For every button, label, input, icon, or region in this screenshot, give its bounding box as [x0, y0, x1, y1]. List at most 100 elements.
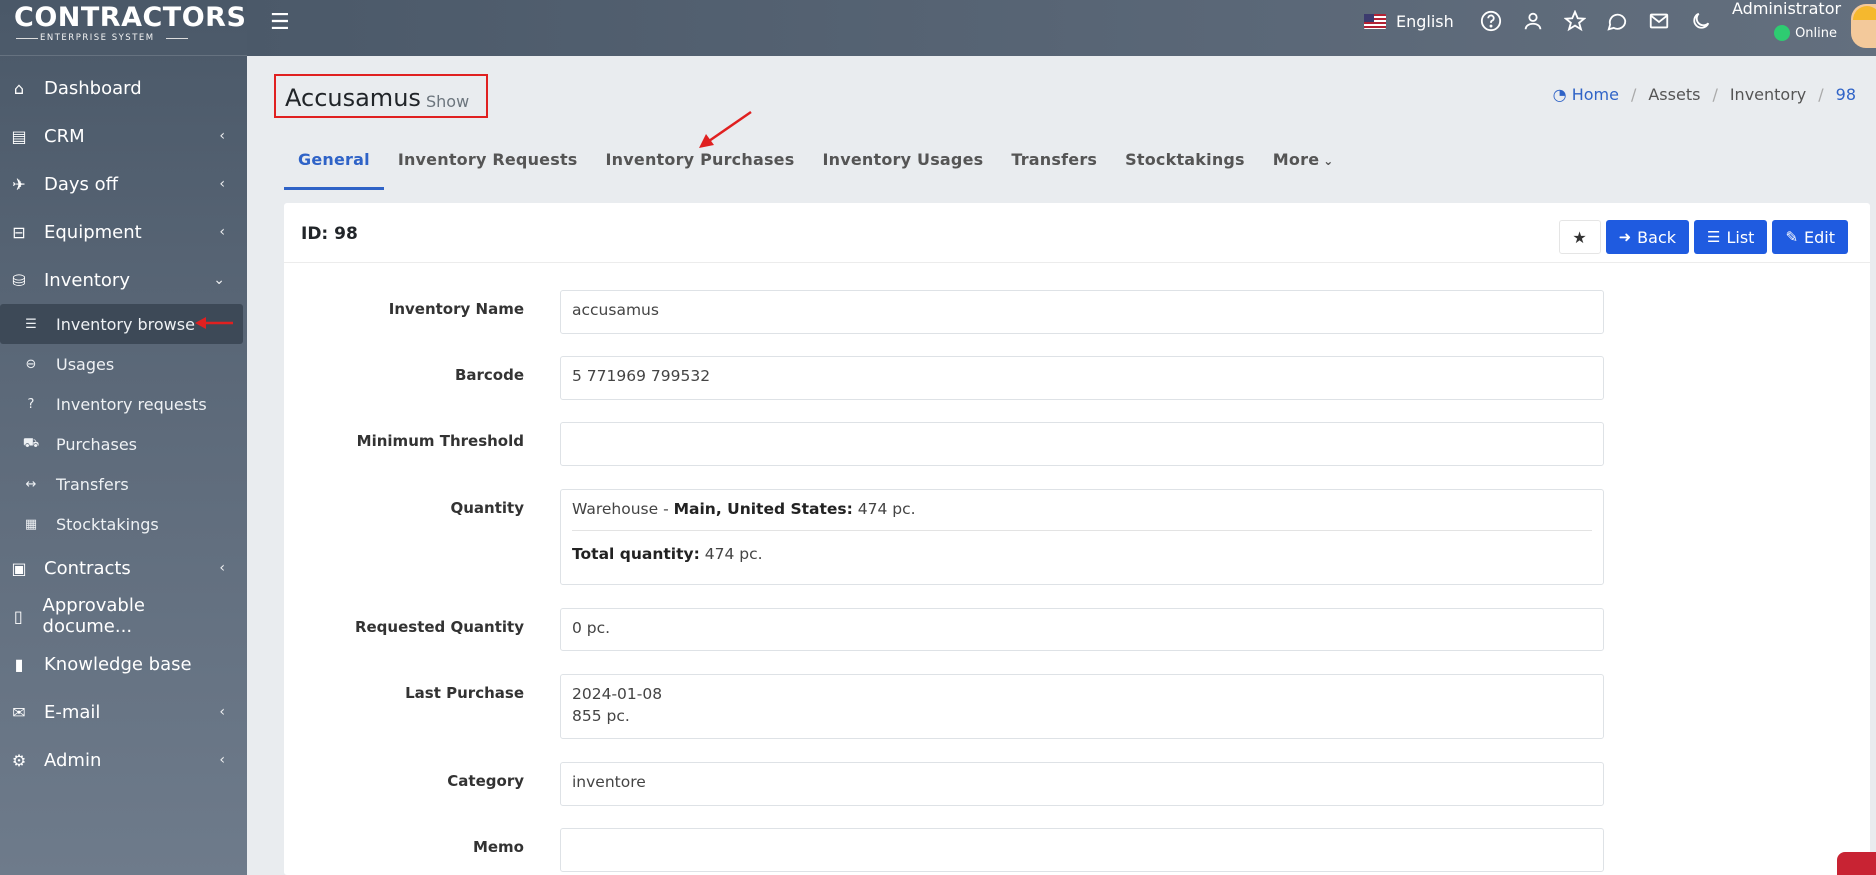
sidebar-item-inventory[interactable]: ⛁ Inventory ⌄ — [0, 256, 247, 304]
hdd-icon: ⊟ — [12, 222, 26, 242]
edit-button-label: Edit — [1804, 227, 1835, 247]
page-header: Accusamus Show — [274, 74, 488, 118]
list-button[interactable]: ☰ List — [1694, 220, 1768, 254]
sidebar-item-label: Admin — [44, 749, 102, 771]
tab-inventory-usages[interactable]: Inventory Usages — [808, 140, 997, 190]
breadcrumb-separator: / — [1818, 85, 1824, 104]
field-label: Requested Quantity — [354, 618, 524, 636]
arrows-h-icon: ↔ — [25, 476, 37, 492]
last-purchase-date: 2024-01-08 — [572, 685, 663, 703]
floating-widget-button[interactable] — [1837, 852, 1876, 875]
record-id: ID: 98 — [301, 224, 358, 244]
sidebar-item-admin[interactable]: ⚙ Admin ‹ — [0, 736, 247, 784]
brand-subtitle: ENTERPRISE SYSTEM — [14, 33, 247, 43]
online-status-icon — [1774, 25, 1791, 41]
help-icon[interactable] — [1470, 9, 1512, 33]
sidebar-item-days-off[interactable]: ✈ Days off ‹ — [0, 160, 247, 208]
breadcrumb-inventory[interactable]: Inventory — [1730, 85, 1806, 104]
breadcrumb-current: 98 — [1835, 85, 1856, 104]
sidebar-item-approvable-documents[interactable]: ▯ Approvable docume... — [0, 592, 247, 640]
breadcrumb-home[interactable]: ◔ Home — [1553, 85, 1619, 104]
category-value: inventore — [560, 762, 1604, 806]
calculator-icon: ▦ — [24, 516, 38, 532]
chevron-left-icon: ‹ — [219, 224, 225, 240]
moon-icon[interactable] — [1680, 9, 1722, 33]
edit-button[interactable]: ✎ Edit — [1772, 220, 1848, 254]
id-card-icon: ▤ — [11, 126, 27, 146]
total-quantity-value: 474 pc. — [699, 545, 763, 563]
tab-general[interactable]: General — [284, 140, 384, 190]
cogs-icon: ⚙ — [11, 750, 27, 770]
question-circle-icon: ? — [27, 396, 35, 412]
chat-icon[interactable] — [1596, 9, 1638, 33]
total-quantity: Total quantity: 474 pc. — [572, 531, 1592, 563]
tab-inventory-requests[interactable]: Inventory Requests — [384, 140, 592, 190]
sidebar-item-email[interactable]: ✉ E-mail ‹ — [0, 688, 247, 736]
us-flag-icon — [1364, 14, 1386, 29]
tabs: General Inventory Requests Inventory Pur… — [284, 140, 1348, 190]
star-icon[interactable] — [1554, 9, 1596, 33]
sidebar-subitem-stocktakings[interactable]: ▦ Stocktakings — [0, 504, 247, 544]
list-icon: ☰ — [25, 316, 37, 332]
barcode-value: 5 771969 799532 — [560, 356, 1604, 400]
card-actions: ★ ➜ Back ☰ List ✎ Edit — [1554, 220, 1848, 254]
sidebar-item-contracts[interactable]: ▣ Contracts ‹ — [0, 544, 247, 592]
sidebar-item-knowledge-base[interactable]: ▮ Knowledge base — [0, 640, 247, 688]
warehouse-prefix: Warehouse - — [572, 500, 674, 518]
tab-more-label: More — [1272, 150, 1320, 169]
tab-more[interactable]: More ⌄ — [1259, 140, 1348, 190]
memo-value — [560, 828, 1604, 872]
tab-transfers[interactable]: Transfers — [997, 140, 1111, 190]
sidebar-item-label: E-mail — [44, 701, 101, 723]
user-name: Administrator — [1732, 0, 1842, 18]
minimum-threshold-value — [560, 422, 1604, 466]
sidebar-item-equipment[interactable]: ⊟ Equipment ‹ — [0, 208, 247, 256]
sidebar-item-label: Knowledge base — [44, 653, 192, 675]
sidebar-item-dashboard[interactable]: ⌂ Dashboard — [0, 64, 247, 112]
hamburger-menu-icon[interactable]: ☰ — [270, 10, 290, 35]
user-menu[interactable]: Administrator Online — [1732, 0, 1842, 41]
inventory-submenu: ☰ Inventory browse ⊖ Usages ? Inventory … — [0, 304, 247, 544]
sidebar-item-label: Inventory browse — [56, 314, 195, 334]
last-purchase-value: 2024-01-08 855 pc. — [560, 674, 1604, 739]
field-label: Minimum Threshold — [356, 432, 524, 450]
sidebar-subitem-inventory-requests[interactable]: ? Inventory requests — [0, 384, 247, 424]
sidebar-item-label: Transfers — [56, 474, 129, 494]
avatar[interactable] — [1851, 4, 1876, 48]
page-title: Accusamus — [285, 84, 421, 112]
sidebar-item-crm[interactable]: ▤ CRM ‹ — [0, 112, 247, 160]
sidebar-subitem-inventory-browse[interactable]: ☰ Inventory browse — [0, 304, 243, 344]
warehouse-qty: 474 pc. — [852, 500, 916, 518]
annotation-arrow-icon — [699, 110, 752, 148]
user-status: Online — [1732, 25, 1837, 41]
chevron-left-icon: ‹ — [219, 752, 225, 768]
field-label: Memo — [472, 838, 524, 856]
topbar-icons — [1470, 9, 1722, 33]
chevron-down-icon: ⌄ — [1323, 154, 1334, 168]
brand-logo[interactable]: CONTRACTORS ENTERPRISE SYSTEM — [0, 0, 247, 56]
tab-stocktakings[interactable]: Stocktakings — [1111, 140, 1259, 190]
briefcase-icon: ▣ — [11, 558, 27, 578]
sidebar-subitem-purchases[interactable]: ⛟ Purchases — [0, 424, 247, 464]
language-selector[interactable]: English — [1364, 12, 1454, 31]
favorite-button[interactable]: ★ — [1558, 220, 1601, 254]
user-icon[interactable] — [1512, 9, 1554, 33]
home-icon: ⌂ — [13, 78, 25, 98]
sidebar-item-label: CRM — [44, 125, 85, 147]
sidebar: CONTRACTORS ENTERPRISE SYSTEM ⌂ Dashboar… — [0, 0, 247, 875]
file-icon: ▯ — [13, 606, 23, 626]
user-status-label: Online — [1795, 25, 1837, 41]
breadcrumb-assets[interactable]: Assets — [1648, 85, 1700, 104]
minus-circle-icon: ⊖ — [25, 356, 37, 372]
inventory-name-value: accusamus — [560, 290, 1604, 334]
mail-icon[interactable] — [1638, 9, 1680, 33]
requested-quantity-value: 0 pc. — [560, 608, 1604, 651]
sidebar-subitem-usages[interactable]: ⊖ Usages — [0, 344, 247, 384]
sidebar-subitem-transfers[interactable]: ↔ Transfers — [0, 464, 247, 504]
back-button[interactable]: ➜ Back — [1605, 220, 1690, 254]
envelope-icon: ✉ — [12, 702, 26, 722]
dashboard-icon: ◔ — [1552, 85, 1567, 104]
back-button-label: Back — [1637, 227, 1677, 247]
field-label: Barcode — [454, 366, 524, 384]
total-quantity-label: Total quantity: — [572, 545, 700, 563]
